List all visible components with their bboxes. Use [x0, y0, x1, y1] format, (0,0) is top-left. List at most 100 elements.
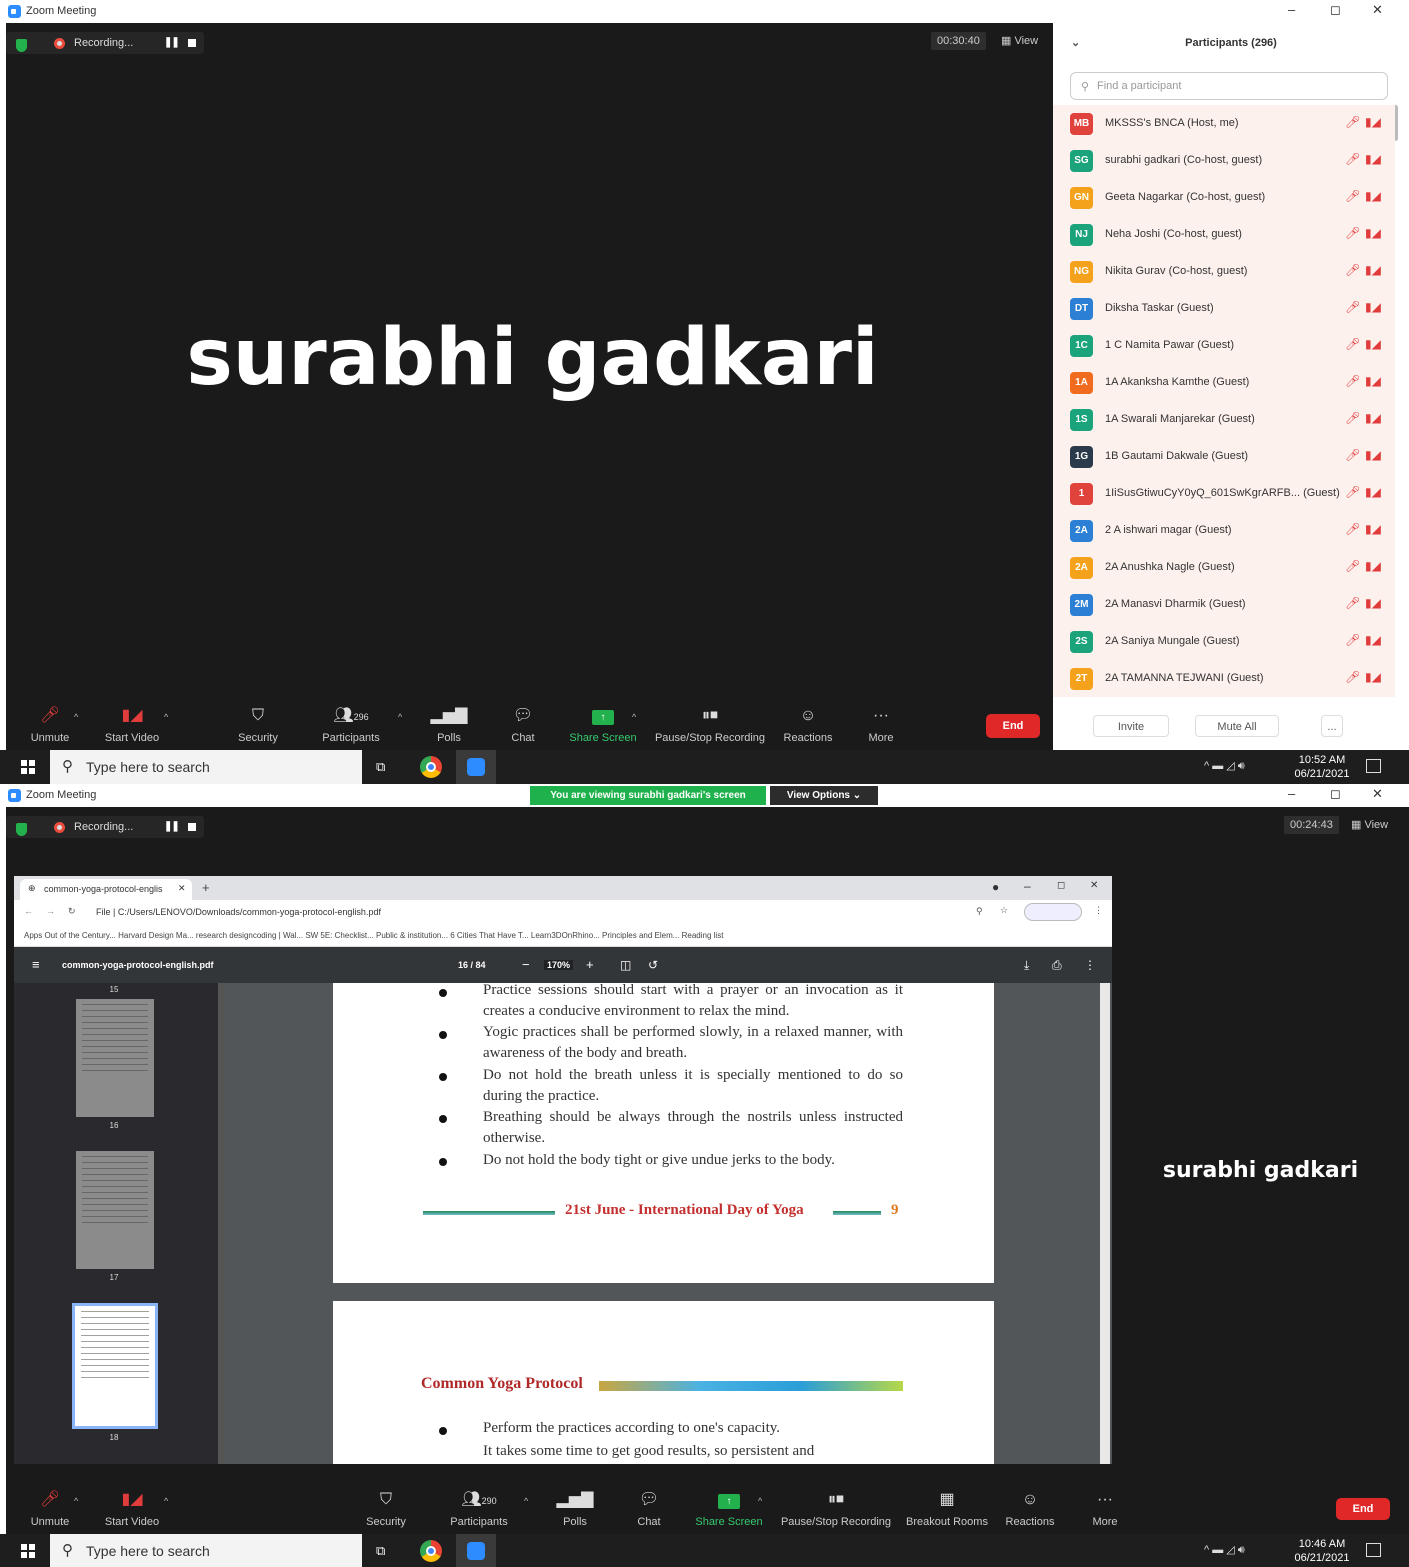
- participant-row[interactable]: NJ Neha Joshi (Co-host, guest) 🎤︎ ▮◢: [1053, 216, 1395, 253]
- view-button[interactable]: ▦ View: [1001, 34, 1038, 47]
- chrome-icon[interactable]: [420, 1540, 442, 1562]
- participant-row[interactable]: 1C 1 C Namita Pawar (Guest) 🎤︎ ▮◢: [1053, 327, 1395, 364]
- fit-page-icon[interactable]: ◫: [620, 958, 631, 972]
- participant-row[interactable]: 2S 2A Saniya Mungale (Guest) 🎤︎ ▮◢: [1053, 623, 1395, 660]
- maximize-button[interactable]: ◻: [1330, 2, 1341, 18]
- start-video-button[interactable]: ▮◢ Start Video: [102, 1490, 162, 1528]
- pdf-page-indicator[interactable]: 16 / 84: [458, 960, 486, 970]
- participant-search-input[interactable]: ⚲ Find a participant: [1070, 72, 1388, 100]
- pause-stop-recording-button[interactable]: ⏸⏹ Pause/Stop Recording: [780, 1490, 892, 1528]
- reactions-button[interactable]: ☺ Reactions: [778, 706, 838, 744]
- profile-paused-button[interactable]: [1024, 903, 1082, 921]
- pause-stop-recording-button[interactable]: ⏸⏹ Pause/Stop Recording: [654, 706, 766, 744]
- close-tab-icon[interactable]: ✕: [178, 883, 186, 894]
- maximize-browser-button[interactable]: ◻: [1057, 880, 1065, 891]
- minimize-button[interactable]: –: [1288, 786, 1295, 801]
- share-options-caret[interactable]: ^: [758, 1496, 762, 1506]
- audio-options-caret[interactable]: ^: [74, 712, 78, 722]
- start-video-button[interactable]: ▮◢ Start Video: [102, 706, 162, 744]
- reactions-button[interactable]: ☺ Reactions: [1000, 1490, 1060, 1528]
- end-meeting-button[interactable]: End: [986, 714, 1040, 738]
- zoom-in-button[interactable]: +: [586, 957, 594, 972]
- browser-tab[interactable]: ⊕ common-yoga-protocol-englis ✕: [20, 879, 192, 900]
- pause-recording-button[interactable]: ❚❚: [164, 821, 180, 832]
- share-screen-button[interactable]: ↑ Share Screen: [566, 706, 640, 744]
- taskbar-search-input[interactable]: ⚲ Type here to search: [50, 1534, 362, 1567]
- maximize-button[interactable]: ◻: [1330, 786, 1341, 802]
- menu-icon[interactable]: ≡: [32, 957, 40, 972]
- browser-menu-icon[interactable]: ⋮: [1094, 905, 1103, 916]
- participant-row[interactable]: 1A 1A Akanksha Kamthe (Guest) 🎤︎ ▮◢: [1053, 364, 1395, 401]
- pdf-thumbnail[interactable]: [76, 999, 154, 1117]
- participant-row[interactable]: MB MKSSS's BNCA (Host, me) 🎤︎ ▮◢: [1053, 105, 1395, 142]
- share-options-caret[interactable]: ^: [632, 712, 636, 722]
- zoom-taskbar-icon[interactable]: [456, 1534, 496, 1567]
- share-screen-button[interactable]: ↑ Share Screen: [692, 1490, 766, 1528]
- profile-icon[interactable]: ●: [992, 880, 999, 894]
- participant-row[interactable]: GN Geeta Nagarkar (Co-host, guest) 🎤︎ ▮◢: [1053, 179, 1395, 216]
- end-meeting-button[interactable]: End: [1336, 1498, 1390, 1520]
- task-view-icon[interactable]: ⧉: [376, 1543, 385, 1559]
- pdf-zoom-level[interactable]: 170%: [544, 960, 574, 970]
- participants-button[interactable]: 👥︎296 Participants: [316, 706, 386, 744]
- notifications-icon[interactable]: [1366, 759, 1381, 773]
- unmute-button[interactable]: 🎤︎ Unmute: [20, 1490, 80, 1528]
- star-icon[interactable]: ☆: [1000, 905, 1008, 916]
- stop-recording-button[interactable]: [188, 823, 196, 831]
- close-browser-button[interactable]: ✕: [1090, 880, 1098, 891]
- pdf-scrollbar[interactable]: [1100, 983, 1110, 1464]
- task-view-icon[interactable]: ⧉: [376, 759, 385, 775]
- notifications-icon[interactable]: [1366, 1543, 1381, 1557]
- participant-row[interactable]: 1 1IiSusGtiwuCyY0yQ_601SwKgrARFB... (Gues…: [1053, 475, 1395, 512]
- back-icon[interactable]: ←: [24, 906, 33, 916]
- chrome-icon[interactable]: [420, 756, 442, 778]
- reload-icon[interactable]: ↻: [68, 906, 76, 917]
- chat-button[interactable]: 💬︎ Chat: [500, 706, 546, 744]
- close-button[interactable]: ✕: [1372, 2, 1383, 18]
- bookmarks-text[interactable]: Apps Out of the Century... Harvard Desig…: [24, 931, 723, 940]
- url-field[interactable]: File | C:/Users/LENOVO/Downloads/common-…: [96, 907, 381, 917]
- participant-row[interactable]: 1G 1B Gautami Dakwale (Guest) 🎤︎ ▮◢: [1053, 438, 1395, 475]
- close-button[interactable]: ✕: [1372, 786, 1383, 802]
- minimize-browser-button[interactable]: –: [1024, 879, 1031, 893]
- pdf-thumbnail[interactable]: [76, 1151, 154, 1269]
- participant-row[interactable]: SG surabhi gadkari (Co-host, guest) 🎤︎ ▮◢: [1053, 142, 1395, 179]
- taskbar-search-input[interactable]: ⚲ Type here to search: [50, 750, 362, 784]
- windows-start-icon[interactable]: [21, 1544, 35, 1558]
- view-options-button[interactable]: View Options ⌄: [770, 786, 878, 805]
- pdf-more-icon[interactable]: ⋮: [1084, 958, 1096, 972]
- pause-recording-button[interactable]: ❚❚: [164, 37, 180, 48]
- mute-all-button[interactable]: Mute All: [1195, 715, 1279, 737]
- participant-row[interactable]: NG Nikita Gurav (Co-host, guest) 🎤︎ ▮◢: [1053, 253, 1395, 290]
- audio-options-caret[interactable]: ^: [74, 1496, 78, 1506]
- stop-recording-button[interactable]: [188, 39, 196, 47]
- chat-button[interactable]: 💬︎ Chat: [626, 1490, 672, 1528]
- more-button[interactable]: ··· More: [858, 706, 904, 744]
- participant-row[interactable]: 1S 1A Swarali Manjarekar (Guest) 🎤︎ ▮◢: [1053, 401, 1395, 438]
- participant-row[interactable]: 2M 2A Manasvi Dharmik (Guest) 🎤︎ ▮◢: [1053, 586, 1395, 623]
- taskbar-clock[interactable]: 10:46 AM 06/21/2021: [1290, 1537, 1354, 1565]
- participant-row[interactable]: DT Diksha Taskar (Guest) 🎤︎ ▮◢: [1053, 290, 1395, 327]
- system-tray-icons[interactable]: ^ ▬ ◿ 🔊︎: [1204, 1543, 1245, 1557]
- zoom-icon[interactable]: ⚲: [976, 906, 983, 917]
- new-tab-button[interactable]: +: [202, 880, 210, 895]
- video-options-caret[interactable]: ^: [164, 712, 168, 722]
- system-tray-icons[interactable]: ^ ▬ ◿ 🔊︎: [1204, 759, 1245, 773]
- breakout-rooms-button[interactable]: ▦ Breakout Rooms: [902, 1490, 992, 1528]
- rotate-icon[interactable]: ↺: [648, 958, 658, 972]
- participants-more-button[interactable]: ...: [1321, 715, 1343, 737]
- polls-button[interactable]: ▂▅▇ Polls: [426, 706, 472, 744]
- taskbar-clock[interactable]: 10:52 AM 06/21/2021: [1290, 753, 1354, 781]
- print-icon[interactable]: ⎙: [1052, 958, 1062, 973]
- pdf-thumbnail-selected[interactable]: [72, 1303, 158, 1429]
- invite-button[interactable]: Invite: [1093, 715, 1169, 737]
- participant-row[interactable]: 2A 2 A ishwari magar (Guest) 🎤︎ ▮◢: [1053, 512, 1395, 549]
- minimize-button[interactable]: –: [1288, 2, 1295, 17]
- unmute-button[interactable]: 🎤︎ Unmute: [20, 706, 80, 744]
- participant-row[interactable]: 2A 2A Anushka Nagle (Guest) 🎤︎ ▮◢: [1053, 549, 1395, 586]
- video-options-caret[interactable]: ^: [164, 1496, 168, 1506]
- download-icon[interactable]: ⤓: [1024, 958, 1029, 973]
- polls-button[interactable]: ▂▅▇ Polls: [552, 1490, 598, 1528]
- security-button[interactable]: ⛉ Security: [356, 1490, 416, 1528]
- chevron-down-icon[interactable]: ⌄: [1071, 23, 1080, 63]
